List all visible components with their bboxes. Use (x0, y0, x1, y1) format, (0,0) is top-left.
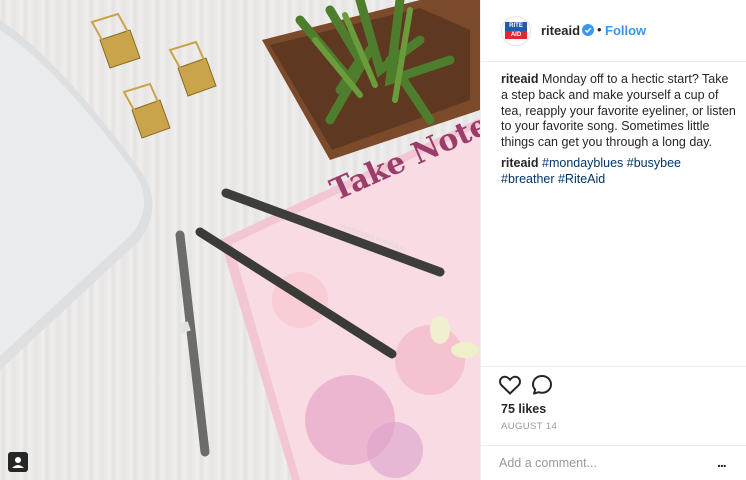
username-link[interactable]: riteaid (541, 23, 580, 38)
post-caption: riteaid Monday off to a hectic start? Ta… (501, 72, 737, 188)
separator-dot: • (597, 22, 602, 37)
verified-badge-icon (582, 24, 594, 36)
post-header: RITE AID riteaid • Follow (481, 0, 746, 62)
avatar[interactable]: RITE AID (501, 16, 531, 46)
user-tag-icon[interactable] (8, 452, 28, 472)
hashtags-username[interactable]: riteaid (501, 156, 539, 170)
follow-button[interactable]: Follow (605, 23, 646, 38)
hashtags-block: riteaid #mondayblues #busybee #breather … (501, 156, 737, 188)
post-photo[interactable]: Take Note PHYSICIANS FORMULA (0, 0, 480, 480)
post-sidebar: RITE AID riteaid • Follow riteaid Monday… (480, 0, 746, 480)
photo-illustration: Take Note PHYSICIANS FORMULA (0, 0, 480, 480)
binder-clips (90, 12, 217, 139)
laptop (0, 20, 153, 370)
comment-icon[interactable] (531, 374, 553, 396)
comment-input[interactable] (499, 454, 709, 472)
comment-box: ... (481, 445, 746, 480)
post-date[interactable]: AUGUST 14 (501, 421, 557, 432)
heart-icon[interactable] (499, 375, 521, 395)
avatar-logo-top: RITE (505, 22, 527, 31)
post-actions: 75 likes AUGUST 14 ... (481, 366, 746, 480)
more-options-icon[interactable]: ... (717, 454, 727, 470)
likes-count[interactable]: 75 likes (501, 402, 546, 416)
avatar-logo-bottom: AID (505, 31, 527, 39)
caption-username[interactable]: riteaid (501, 72, 539, 86)
caption-text-block: riteaid Monday off to a hectic start? Ta… (501, 72, 737, 151)
